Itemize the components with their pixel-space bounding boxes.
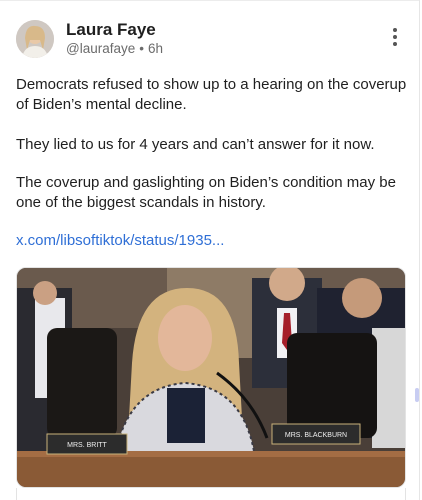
post-time[interactable]: 6h (148, 41, 163, 56)
nameplate-blackburn: MRS. BLACKBURN (285, 432, 347, 439)
post-paragraph-3: The coverup and gaslighting on Biden’s c… (16, 174, 396, 211)
author-meta: @laurafaye • 6h (66, 41, 163, 56)
post-media-image[interactable]: MRS. BRITT MRS. BLACKBURN (16, 267, 406, 488)
author-name[interactable]: Laura Faye (66, 20, 156, 40)
post-link[interactable]: x.com/libsoftiktok/status/1935... (16, 232, 224, 249)
post-paragraph-1: Democrats refused to show up to a hearin… (16, 76, 407, 113)
post-card: Laura Faye @laurafaye • 6h Democrats refus… (0, 0, 420, 500)
media-border-bottom (16, 488, 406, 500)
author-handle[interactable]: @laurafaye (66, 41, 135, 56)
meta-separator: • (139, 41, 144, 56)
divider (0, 0, 419, 1)
post-paragraph-2: They lied to us for 4 years and can’t an… (16, 136, 375, 153)
nameplate-britt: MRS. BRITT (67, 442, 107, 449)
avatar[interactable] (16, 20, 54, 58)
scroll-indicator[interactable] (415, 388, 419, 402)
more-options-icon[interactable] (386, 28, 404, 52)
